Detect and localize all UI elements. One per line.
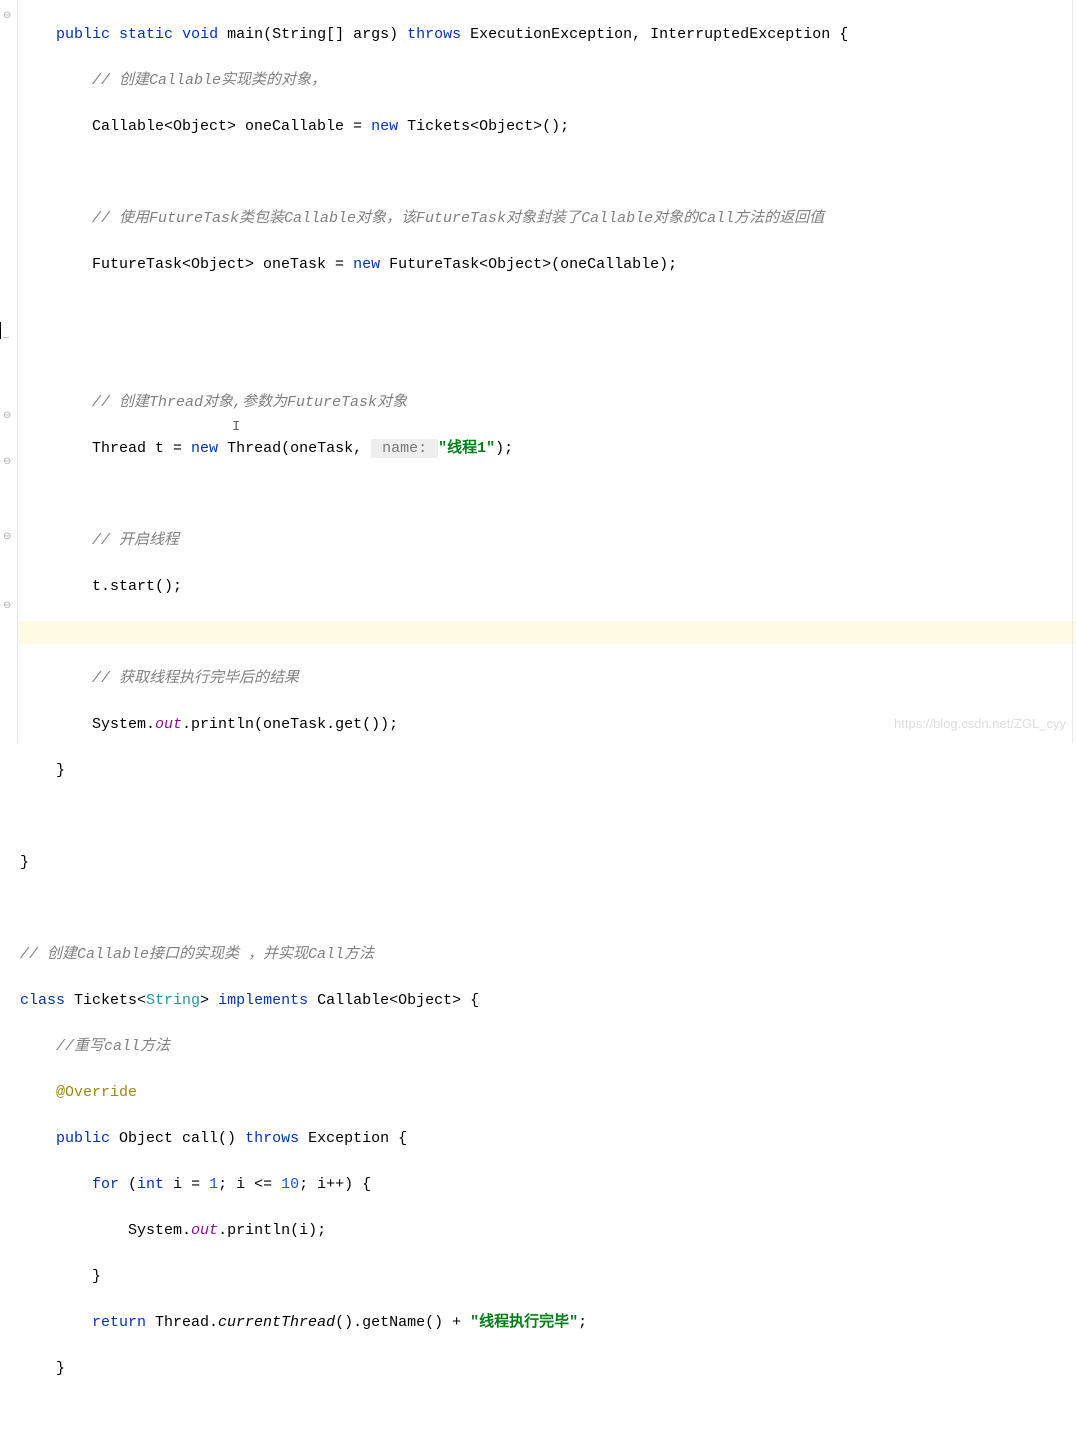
code-line[interactable]: class Tickets<String> implements Callabl… [18, 989, 1076, 1012]
parameter-hint: name: [371, 439, 438, 458]
code-line[interactable]: // 创建Thread对象,参数为FutureTask对象 [18, 391, 1076, 414]
gutter-mark-icon: — [3, 327, 13, 337]
code-line[interactable]: //重写call方法 [18, 1035, 1076, 1058]
code-line[interactable] [18, 161, 1076, 184]
code-line[interactable] [18, 805, 1076, 828]
code-line[interactable]: // 获取线程执行完毕后的结果 [18, 667, 1076, 690]
code-line[interactable]: public Object call() throws Exception { [18, 1127, 1076, 1150]
right-edge [1072, 0, 1073, 743]
code-line[interactable]: Callable<Object> oneCallable = new Ticke… [18, 115, 1076, 138]
code-line[interactable]: // 创建Callable接口的实现类 ，并实现Call方法 [18, 943, 1076, 966]
code-editor[interactable]: ⊖ — ⊖ ⊖ ⊖ ⊖ public static void main(Stri… [0, 0, 1076, 743]
code-content[interactable]: public static void main(String[] args) t… [18, 0, 1076, 743]
code-line[interactable]: } [18, 759, 1076, 782]
code-line[interactable] [18, 345, 1076, 368]
code-line[interactable]: public static void main(String[] args) t… [18, 23, 1076, 46]
gutter-fold-icon[interactable]: ⊖ [3, 595, 13, 605]
text-cursor-icon: I [232, 416, 240, 439]
gutter: ⊖ — ⊖ ⊖ ⊖ ⊖ [0, 0, 18, 743]
code-line[interactable] [18, 897, 1076, 920]
code-line[interactable] [18, 299, 1076, 322]
code-line[interactable]: } [18, 1265, 1076, 1288]
code-line[interactable]: t.start(); [18, 575, 1076, 598]
code-line[interactable]: } [18, 851, 1076, 874]
code-line[interactable]: FutureTask<Object> oneTask = new FutureT… [18, 253, 1076, 276]
code-line[interactable]: for (int i = 1; i <= 10; i++) { [18, 1173, 1076, 1196]
code-line[interactable]: @Override [18, 1081, 1076, 1104]
code-line[interactable] [18, 483, 1076, 506]
code-line[interactable]: // 开启线程 [18, 529, 1076, 552]
code-line[interactable]: } [18, 1357, 1076, 1380]
code-line[interactable]: // 创建Callable实现类的对象， [18, 69, 1076, 92]
gutter-fold-icon[interactable]: ⊖ [3, 526, 13, 536]
caret-icon [0, 322, 1, 339]
gutter-fold-icon[interactable]: ⊖ [3, 451, 13, 461]
code-line[interactable]: Thread t = new Thread(oneTask, name: "线程… [18, 437, 1076, 460]
code-line[interactable]: // 使用FutureTask类包装Callable对象，该FutureTask… [18, 207, 1076, 230]
watermark-text: https://blog.csdn.net/ZGL_cyy [894, 712, 1066, 735]
code-line[interactable]: return Thread.currentThread().getName() … [18, 1311, 1076, 1334]
code-line-current[interactable] [18, 621, 1076, 644]
gutter-fold-icon[interactable]: ⊖ [3, 405, 13, 415]
gutter-fold-icon[interactable]: ⊖ [3, 5, 13, 15]
code-line[interactable]: System.out.println(i); [18, 1219, 1076, 1242]
